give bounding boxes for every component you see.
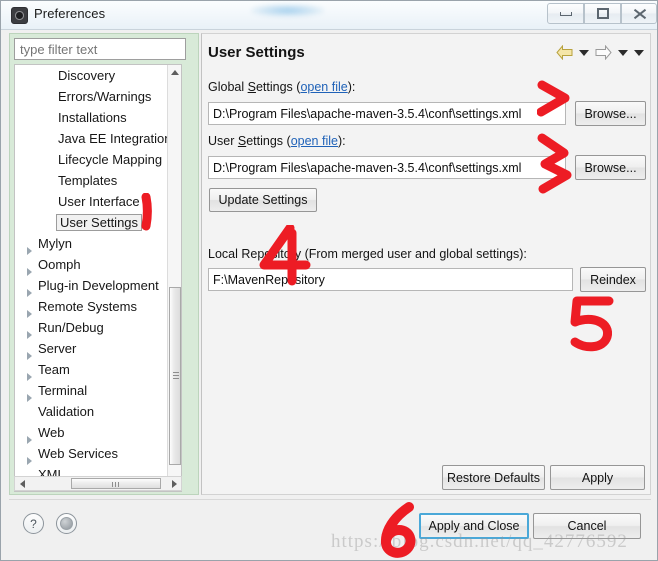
- sidebar-item-plug-in-development[interactable]: Plug-in Development: [15, 275, 181, 297]
- sidebar-item-validation[interactable]: Validation: [15, 401, 181, 422]
- tree-item-label: Web Services: [38, 446, 118, 461]
- settings-panel: User Settings Global Settings (open file…: [201, 33, 651, 495]
- sidebar-item-team[interactable]: Team: [15, 359, 181, 381]
- global-settings-browse-button[interactable]: Browse...: [575, 101, 646, 126]
- restore-defaults-button[interactable]: Restore Defaults: [442, 465, 545, 490]
- sidebar-item-templates[interactable]: Templates: [15, 170, 181, 191]
- user-settings-label-prefix: User: [208, 134, 238, 148]
- global-settings-label-suffix: :: [351, 80, 356, 94]
- tree-item-label: Team: [38, 362, 70, 377]
- vertical-scrollbar-thumb[interactable]: [169, 287, 181, 465]
- sidebar-item-mylyn[interactable]: Mylyn: [15, 233, 181, 255]
- horizontal-scrollbar-thumb[interactable]: [71, 478, 161, 489]
- user-settings-browse-button[interactable]: Browse...: [575, 155, 646, 180]
- minimize-button[interactable]: [547, 3, 584, 24]
- sidebar-item-lifecycle-mapping[interactable]: Lifecycle Mapping: [15, 149, 181, 170]
- configure-icon[interactable]: [56, 513, 77, 534]
- sidebar-item-discovery[interactable]: Discovery: [15, 65, 181, 86]
- tree-item-label: Errors/Warnings: [58, 89, 152, 104]
- sidebar-item-installations[interactable]: Installations: [15, 107, 181, 128]
- tree-item-label: Plug-in Development: [38, 278, 159, 293]
- sidebar-item-web-services[interactable]: Web Services: [15, 443, 181, 465]
- preferences-sidebar: Discovery Errors/Warnings Installations Jav…: [9, 33, 199, 495]
- page-title: User Settings: [208, 44, 305, 61]
- user-settings-label-mnemonic: S: [237, 134, 247, 148]
- tree-item-label: Terminal: [38, 383, 88, 398]
- scroll-left-icon[interactable]: [15, 477, 29, 490]
- sidebar-item-java-ee-integration[interactable]: Java EE Integration: [15, 128, 181, 149]
- tree-item-label: Server: [38, 341, 77, 356]
- user-settings-open-file-link[interactable]: open file: [291, 134, 338, 148]
- scroll-right-icon[interactable]: [167, 477, 181, 490]
- tree-rows: Discovery Errors/Warnings Installations Jav…: [15, 65, 181, 486]
- tree-item-label: Validation: [38, 404, 95, 419]
- tree-item-label: Web: [38, 425, 65, 440]
- tree-item-label: Java EE Integration: [58, 131, 172, 146]
- global-settings-label-rest: ettings: [255, 80, 297, 94]
- tree-vertical-scrollbar[interactable]: [167, 65, 181, 491]
- user-settings-path-input[interactable]: [208, 156, 566, 179]
- back-dropdown-icon[interactable]: [579, 49, 589, 56]
- apply-button[interactable]: Apply: [550, 465, 645, 490]
- local-repository-label: Local Repository (From merged user and g…: [208, 247, 527, 261]
- sidebar-item-web[interactable]: Web: [15, 422, 181, 444]
- sidebar-item-user-settings[interactable]: User Settings: [15, 212, 181, 233]
- footer-divider: [9, 499, 651, 500]
- sidebar-item-oomph[interactable]: Oomph: [15, 254, 181, 276]
- scroll-up-icon[interactable]: [168, 65, 181, 79]
- sidebar-item-errors-warnings[interactable]: Errors/Warnings: [15, 86, 181, 107]
- preferences-icon: [11, 7, 28, 24]
- reindex-button[interactable]: Reindex: [580, 267, 646, 292]
- preferences-dialog: Preferences Discovery Errors/Warnings Inst…: [0, 0, 658, 561]
- forward-arrow-icon[interactable]: [595, 45, 612, 60]
- local-repository-input[interactable]: [208, 268, 573, 291]
- filter-field-wrapper: [14, 38, 186, 60]
- tree-item-label: Installations: [58, 110, 127, 125]
- update-settings-button[interactable]: Update Settings: [209, 188, 317, 212]
- tree-item-label: Templates: [58, 173, 118, 188]
- tree-item-label: Oomph: [38, 257, 81, 272]
- window-title: Preferences: [34, 6, 106, 21]
- tree-item-label: Mylyn: [38, 236, 72, 251]
- tree-item-label: Lifecycle Mapping: [58, 152, 163, 167]
- sidebar-item-server[interactable]: Server: [15, 338, 181, 360]
- sidebar-item-user-interface[interactable]: User Interface: [15, 191, 181, 212]
- restore-button[interactable]: [584, 3, 621, 24]
- global-settings-label: Global Settings (open file):: [208, 80, 356, 94]
- back-arrow-icon[interactable]: [556, 45, 573, 60]
- close-button[interactable]: [621, 3, 657, 24]
- navigation-toolbar: [556, 45, 644, 60]
- tree-item-label: Discovery: [58, 68, 116, 83]
- tree-item-label: User Settings: [56, 214, 143, 231]
- apply-and-close-button[interactable]: Apply and Close: [419, 513, 529, 539]
- sidebar-item-terminal[interactable]: Terminal: [15, 380, 181, 402]
- global-settings-label-prefix: Global: [208, 80, 248, 94]
- forward-dropdown-icon[interactable]: [618, 49, 628, 56]
- view-menu-icon[interactable]: [634, 49, 644, 56]
- user-settings-label-rest: ettings: [246, 134, 287, 148]
- user-settings-label-suffix: :: [342, 134, 346, 148]
- tree-item-label: User Interface: [58, 194, 140, 209]
- global-settings-open-file-link[interactable]: open file: [300, 80, 347, 94]
- tree-horizontal-scrollbar[interactable]: [14, 476, 182, 491]
- cancel-button[interactable]: Cancel: [533, 513, 641, 539]
- search-input[interactable]: [15, 39, 185, 59]
- user-settings-label: User Settings (open file):: [208, 134, 346, 148]
- tree-item-label: Remote Systems: [38, 299, 137, 314]
- help-icon[interactable]: ?: [23, 513, 44, 534]
- blurred-overlay: [251, 4, 324, 17]
- sidebar-item-remote-systems[interactable]: Remote Systems: [15, 296, 181, 318]
- preferences-tree[interactable]: Discovery Errors/Warnings Installations Jav…: [14, 64, 182, 492]
- tree-item-label: Run/Debug: [38, 320, 104, 335]
- title-bar: Preferences: [1, 1, 657, 30]
- global-settings-path-input[interactable]: [208, 102, 566, 125]
- sidebar-item-run-debug[interactable]: Run/Debug: [15, 317, 181, 339]
- global-settings-label-mnemonic: S: [247, 80, 256, 94]
